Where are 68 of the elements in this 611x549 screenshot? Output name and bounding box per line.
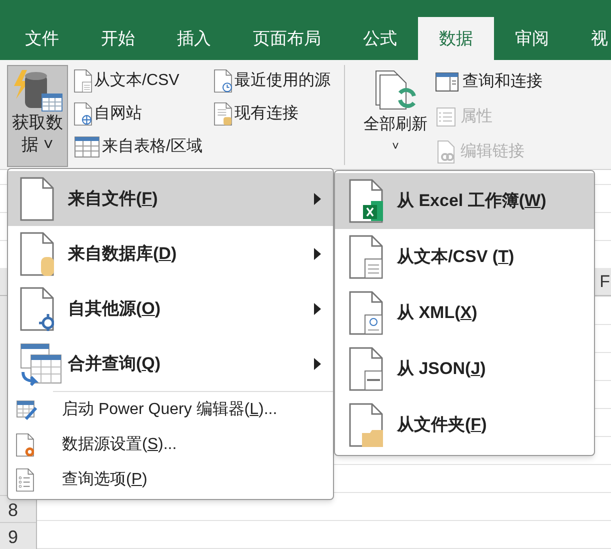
submenu-arrow-icon (314, 192, 321, 204)
ribbon-command[interactable]: 现有连接 (214, 100, 336, 128)
menu-item[interactable]: 数据源设置(S)... (8, 427, 333, 462)
xml-file-icon (349, 291, 383, 335)
globe-file-icon (74, 102, 92, 126)
menu-item-label: 从 Excel 工作簿(W) (397, 190, 546, 212)
menu-item-label: 查询选项(P) (62, 470, 148, 490)
menu-item[interactable]: 启动 Power Query 编辑器(L)... (8, 392, 333, 427)
menu-item-label: 从 JSON(J) (397, 358, 486, 380)
menu-item[interactable]: 从 JSON(J) (335, 341, 594, 397)
menu-item[interactable]: 从文件夹(F) (335, 397, 594, 453)
ribbon-tab[interactable]: 文件 (4, 17, 80, 60)
text-file-icon (349, 235, 383, 279)
ribbon-tab[interactable]: 数据 (418, 17, 494, 60)
menu-item-label: 启动 Power Query 编辑器(L)... (62, 400, 278, 420)
column-header: F (600, 271, 611, 293)
menu-item[interactable]: 合并查询(Q) (8, 336, 333, 391)
list-file-icon (16, 468, 34, 492)
menu-item-label: 从文本/CSV (T) (397, 246, 514, 268)
menu-item-label: 来自数据库(D) (68, 242, 178, 265)
ribbon-tab[interactable]: 页面布局 (232, 17, 342, 60)
menu-item[interactable]: 来自文件(F) (8, 171, 333, 226)
database-file-icon (20, 232, 54, 276)
database-file-icon (214, 102, 232, 126)
excel-file-icon (349, 179, 383, 223)
table-pencil-icon (16, 398, 38, 420)
row-header: 8 (8, 501, 18, 519)
submenu-arrow-icon (314, 358, 321, 370)
ribbon-tab[interactable]: 开始 (80, 17, 156, 60)
submenu-arrow-icon (314, 248, 321, 260)
ribbon-command[interactable]: 自网站 (74, 100, 208, 128)
ribbon-tab[interactable]: 视 (570, 17, 611, 60)
ribbon-tab[interactable]: 审阅 (494, 17, 570, 60)
gear-file-icon (16, 432, 34, 456)
connector-file-icon (20, 286, 54, 330)
refresh-all-button[interactable]: 全部刷新 ˅ (357, 65, 434, 155)
folder-file-icon (349, 403, 383, 447)
pane-icon (435, 71, 460, 93)
submenu-arrow-icon (314, 302, 321, 314)
document-icon (20, 176, 54, 220)
menu-item[interactable]: 来自数据库(D) (8, 226, 333, 281)
ribbon-command[interactable]: 从文本/CSV (74, 67, 208, 95)
ribbon-tab[interactable]: 公式 (342, 17, 418, 60)
menu-item-label: 合并查询(Q) (68, 352, 162, 375)
ribbon-command[interactable]: 查询和连接 (435, 67, 542, 97)
menu-item[interactable]: 从 XML(X) (335, 285, 594, 341)
text-file-icon (74, 69, 92, 93)
menu-item[interactable]: 查询选项(P) (8, 462, 333, 497)
menu-item[interactable]: 从 Excel 工作簿(W) (335, 173, 594, 229)
row-header: 9 (8, 528, 18, 546)
menu-item-label: 从 XML(X) (397, 302, 478, 324)
menu-item[interactable]: 自其他源(O) (8, 281, 333, 336)
json-file-icon (349, 347, 383, 391)
ribbon-command[interactable]: 最近使用的源 (214, 67, 336, 95)
clock-file-icon (214, 69, 232, 93)
database-table-icon (12, 68, 64, 112)
menu-item[interactable]: 从文本/CSV (T) (335, 229, 594, 285)
ribbon-tab[interactable]: 插入 (156, 17, 232, 60)
merge-tables-icon (20, 342, 62, 386)
menu-item-label: 来自文件(F) (68, 188, 159, 210)
get-data-button[interactable]: 获取数据 ˅ (7, 65, 68, 167)
properties-icon (435, 106, 458, 128)
table-icon (74, 136, 100, 158)
menu-item-label: 自其他源(O) (68, 298, 162, 320)
link-file-icon (435, 140, 458, 164)
menu-item-label: 数据源设置(S)... (62, 434, 178, 454)
ribbon-command[interactable]: 来自表格/区域 (74, 133, 208, 161)
menu-item-label: 从文件夹(F) (397, 414, 487, 436)
